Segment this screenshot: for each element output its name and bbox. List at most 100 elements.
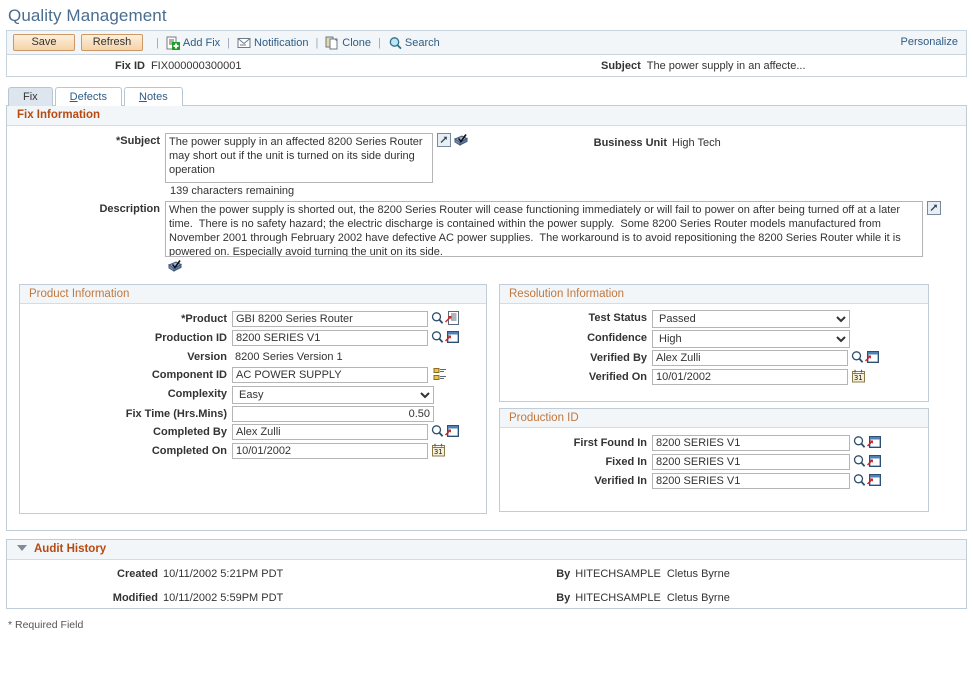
description-expand-icon[interactable] — [927, 201, 941, 218]
quality-management-page: Quality Management Save Refresh | Add Fi… — [0, 0, 973, 676]
verified-by-input[interactable] — [652, 350, 848, 366]
fix-time-label: Fix Time (Hrs.Mins) — [20, 406, 232, 422]
production-id-box: Production ID First Found In — [499, 408, 929, 512]
tab-defects[interactable]: Defects — [55, 87, 122, 106]
production-id-window-transfer-icon[interactable] — [445, 330, 459, 347]
modified-by-userid: HITECHSAMPLE — [575, 590, 661, 606]
verified-by-transfer-icon[interactable] — [865, 350, 879, 367]
verified-by-row: Verified By — [500, 350, 928, 367]
modified-by-name: Cletus Byrne — [667, 590, 730, 606]
confidence-select[interactable]: High — [652, 330, 850, 348]
tab-fix[interactable]: Fix — [8, 87, 53, 106]
description-input[interactable] — [165, 201, 923, 257]
product-transfer-icon[interactable] — [445, 311, 459, 328]
audit-history-rows: Created 10/11/2002 5:21PM PDT By HITECHS… — [7, 560, 966, 606]
search-label: Search — [405, 37, 440, 49]
description-spellcheck-icon[interactable] — [167, 259, 183, 276]
audit-history-panel: Audit History Created 10/11/2002 5:21PM … — [6, 539, 967, 609]
first-found-in-row: First Found In — [500, 435, 928, 452]
add-fix-label: Add Fix — [183, 37, 220, 49]
verified-in-label: Verified In — [500, 473, 652, 489]
first-found-in-label: First Found In — [500, 435, 652, 451]
clone-button[interactable]: Clone — [325, 36, 371, 50]
audit-modified-row: Modified 10/11/2002 5:59PM PDT By HITECH… — [7, 590, 966, 606]
notification-label: Notification — [254, 37, 308, 49]
component-id-row: Component ID — [20, 367, 486, 384]
fixed-in-lookup-icon[interactable] — [853, 454, 866, 471]
notification-button[interactable]: Notification — [237, 36, 308, 50]
verified-on-label: Verified On — [500, 369, 652, 385]
resolution-information-box: Resolution Information Test Status Passe… — [499, 284, 929, 402]
fixed-in-label: Fixed In — [500, 454, 652, 470]
modified-label: Modified — [7, 590, 163, 606]
required-field-note: * Required Field — [0, 609, 973, 631]
fixed-in-input[interactable] — [652, 454, 850, 470]
product-input[interactable] — [232, 311, 428, 327]
personalize-link[interactable]: Personalize — [901, 36, 958, 48]
first-found-in-input[interactable] — [652, 435, 850, 451]
completed-by-transfer-icon[interactable] — [445, 424, 459, 441]
production-id-row: Production ID — [20, 330, 486, 347]
verified-in-lookup-icon[interactable] — [853, 473, 866, 490]
tab-notes[interactable]: Notes — [124, 87, 183, 106]
test-status-label: Test Status — [500, 310, 652, 326]
subject-spellcheck-icon[interactable] — [453, 133, 469, 150]
completed-by-input[interactable] — [232, 424, 428, 440]
save-button[interactable]: Save — [13, 34, 75, 51]
collapse-triangle-icon[interactable] — [17, 545, 27, 551]
subject-input[interactable] — [165, 133, 433, 183]
component-id-input[interactable] — [232, 367, 428, 383]
add-fix-icon — [166, 36, 181, 50]
verified-on-calendar-icon[interactable]: 31 — [852, 369, 865, 386]
complexity-label: Complexity — [20, 386, 232, 402]
fix-id-label: Fix ID — [115, 60, 145, 72]
product-lookup-icon[interactable] — [431, 311, 444, 328]
page-title: Quality Management — [0, 0, 973, 30]
fixed-in-window-transfer-icon[interactable] — [867, 454, 881, 471]
production-id-input[interactable] — [232, 330, 428, 346]
fix-time-input[interactable] — [232, 406, 434, 422]
verified-on-input[interactable] — [652, 369, 848, 385]
subject-summary-label: Subject — [601, 60, 641, 72]
test-status-select[interactable]: Passed — [652, 310, 850, 328]
business-unit-label: Business Unit — [567, 135, 672, 151]
verified-by-lookup-icon[interactable] — [851, 350, 864, 367]
completed-by-label: Completed By — [20, 424, 232, 440]
fix-information-panel: Fix Information *Subject — [6, 105, 967, 531]
description-label: Description — [7, 201, 165, 217]
production-id-lookup-icon[interactable] — [431, 330, 444, 347]
modified-datetime: 10/11/2002 5:59PM PDT — [163, 590, 283, 606]
modified-by-label: By — [283, 590, 575, 606]
created-datetime: 10/11/2002 5:21PM PDT — [163, 566, 283, 582]
business-unit-value: High Tech — [672, 135, 721, 151]
complexity-select[interactable]: Easy — [232, 386, 434, 404]
complexity-row: Complexity Easy — [20, 386, 486, 404]
completed-on-calendar-icon[interactable]: 31 — [432, 443, 445, 460]
add-fix-button[interactable]: Add Fix — [166, 36, 220, 50]
clone-icon — [325, 36, 340, 50]
completed-by-lookup-icon[interactable] — [431, 424, 444, 441]
audit-history-heading: Audit History — [7, 540, 966, 560]
completed-on-row: Completed On 31 — [20, 443, 486, 460]
search-button[interactable]: Search — [388, 36, 440, 50]
resolution-information-heading: Resolution Information — [500, 285, 928, 304]
subject-expand-icon[interactable] — [437, 133, 451, 150]
component-id-hierarchy-icon[interactable] — [433, 367, 448, 384]
notification-icon — [237, 36, 252, 50]
toolbar-separator-2: | — [227, 37, 230, 49]
fix-information-heading: Fix Information — [7, 106, 966, 126]
fixed-in-row: Fixed In — [500, 454, 928, 471]
refresh-button[interactable]: Refresh — [81, 34, 143, 51]
toolbar-separator-1: | — [156, 37, 159, 49]
completed-on-input[interactable] — [232, 443, 428, 459]
verified-in-window-transfer-icon[interactable] — [867, 473, 881, 490]
first-found-in-window-transfer-icon[interactable] — [867, 435, 881, 452]
subject-summary-field: Subject The power supply in an affecte..… — [593, 60, 966, 72]
verified-in-input[interactable] — [652, 473, 850, 489]
confidence-row: Confidence High — [500, 330, 928, 348]
production-id-fields: First Found In Fixed In — [500, 428, 928, 490]
first-found-in-lookup-icon[interactable] — [853, 435, 866, 452]
version-value: 8200 Series Version 1 — [232, 349, 343, 365]
verified-in-row: Verified In — [500, 473, 928, 490]
created-by-name: Cletus Byrne — [667, 566, 730, 582]
